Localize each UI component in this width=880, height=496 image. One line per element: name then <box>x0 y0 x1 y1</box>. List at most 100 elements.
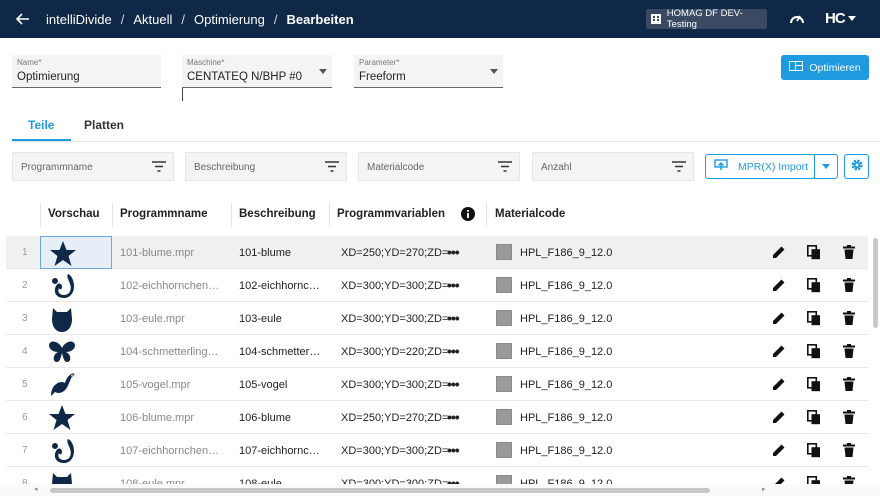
info-icon[interactable] <box>461 207 475 224</box>
edit-pencil-icon[interactable] <box>772 476 786 484</box>
material-code-cell[interactable]: HPL_F186_9_12.0 <box>520 247 612 259</box>
description-cell[interactable]: 105-vogel <box>239 379 321 391</box>
program-variables-cell[interactable]: XD=300;YD=300;ZD= <box>341 445 448 457</box>
material-code-cell[interactable]: HPL_F186_9_12.0 <box>520 412 612 424</box>
delete-trash-icon[interactable] <box>843 476 855 484</box>
material-code-filter[interactable]: Materialcode <box>358 152 520 181</box>
delete-trash-icon[interactable] <box>843 443 855 460</box>
scroll-left-arrow-icon[interactable]: ◂ <box>34 485 38 493</box>
table-row[interactable]: 8 108-eule.mpr 108-eule XD=300;YD=300;ZD= ••… <box>6 467 868 484</box>
delete-trash-icon[interactable] <box>843 245 855 262</box>
copy-icon[interactable] <box>807 377 821 395</box>
program-variables-cell[interactable]: XD=300;YD=300;ZD= <box>341 379 448 391</box>
parameter-select[interactable]: Parameter* Freeform <box>354 55 503 88</box>
edit-pencil-icon[interactable] <box>772 245 786 262</box>
description-cell[interactable]: 101-blume <box>239 247 321 259</box>
import-dropdown-button[interactable] <box>814 154 838 179</box>
table-row[interactable]: 1 101-blume.mpr 101-blume XD=250;YD=270;ZD=… <box>6 236 868 269</box>
program-variables-cell[interactable]: XD=250;YD=270;ZD= <box>341 412 448 424</box>
mpr-import-button[interactable]: MPR(X) Import <box>705 154 815 179</box>
material-code-cell[interactable]: HPL_F186_9_12.0 <box>520 313 612 325</box>
tab-platten[interactable]: Platten <box>84 118 124 132</box>
column-header-preview[interactable]: Vorschau <box>48 208 100 220</box>
copy-icon[interactable] <box>807 410 821 428</box>
part-preview-owl-icon[interactable] <box>40 467 112 484</box>
filter-icon[interactable] <box>672 161 686 175</box>
description-cell[interactable]: 103-eule <box>239 313 321 325</box>
material-code-cell[interactable]: HPL_F186_9_12.0 <box>520 379 612 391</box>
more-horizontal-icon[interactable]: ••• <box>447 442 460 458</box>
breadcrumb-item-optimierung[interactable]: Optimierung <box>194 12 265 27</box>
part-preview-squirrel-icon[interactable] <box>40 269 112 302</box>
scroll-right-arrow-icon[interactable]: ▸ <box>762 485 766 493</box>
description-cell[interactable]: 102-eichhornchen <box>239 280 321 292</box>
table-row[interactable]: 5 105-vogel.mpr 105-vogel XD=300;YD=300;ZD=… <box>6 368 868 401</box>
dashboard-gauge-icon[interactable] <box>789 11 805 30</box>
description-cell[interactable]: 106-blume <box>239 412 321 424</box>
part-preview-squirrel-icon[interactable] <box>40 434 112 467</box>
program-variables-cell[interactable]: XD=250;YD=270;ZD= <box>341 247 448 259</box>
edit-pencil-icon[interactable] <box>772 278 786 295</box>
breadcrumb-item-intellidivide[interactable]: intelliDivide <box>46 12 112 27</box>
program-variables-cell[interactable]: XD=300;YD=220;ZD= <box>341 346 448 358</box>
delete-trash-icon[interactable] <box>843 278 855 295</box>
copy-icon[interactable] <box>807 278 821 296</box>
more-horizontal-icon[interactable]: ••• <box>447 310 460 326</box>
material-code-cell[interactable]: HPL_F186_9_12.0 <box>520 445 612 457</box>
breadcrumb-item-aktuell[interactable]: Aktuell <box>133 12 172 27</box>
column-header-program-variables[interactable]: Programmvariablen <box>337 208 445 220</box>
more-horizontal-icon[interactable]: ••• <box>447 409 460 425</box>
copy-icon[interactable] <box>807 476 821 484</box>
name-field[interactable]: Name* Optimierung <box>12 55 161 88</box>
count-filter[interactable]: Anzahl <box>532 152 694 181</box>
material-code-cell[interactable]: HPL_F186_9_12.0 <box>520 346 612 358</box>
table-row[interactable]: 7 107-eichhornchen.mpr 107-eichhornchen XD=… <box>6 434 868 467</box>
program-name-cell[interactable]: 102-eichhornchen.mpr <box>120 280 220 292</box>
machine-select[interactable]: Maschine* CENTATEQ N/BHP #0 <box>182 55 332 88</box>
more-horizontal-icon[interactable]: ••• <box>447 277 460 293</box>
delete-trash-icon[interactable] <box>843 410 855 427</box>
part-preview-owl-icon[interactable] <box>40 302 112 335</box>
part-preview-star-icon[interactable] <box>40 236 112 269</box>
more-horizontal-icon[interactable]: ••• <box>447 475 460 484</box>
program-name-cell[interactable]: 106-blume.mpr <box>120 412 220 424</box>
edit-pencil-icon[interactable] <box>772 377 786 394</box>
part-preview-bird-icon[interactable] <box>40 368 112 401</box>
description-filter[interactable]: Beschreibung <box>185 152 347 181</box>
horizontal-scrollbar-thumb[interactable] <box>50 488 710 493</box>
copy-icon[interactable] <box>807 311 821 329</box>
copy-icon[interactable] <box>807 344 821 362</box>
filter-icon[interactable] <box>498 161 512 175</box>
column-header-description[interactable]: Beschreibung <box>239 208 316 220</box>
material-code-cell[interactable]: HPL_F186_9_12.0 <box>520 280 612 292</box>
part-preview-star-icon[interactable] <box>40 401 112 434</box>
vertical-scrollbar-thumb[interactable] <box>873 238 878 328</box>
description-cell[interactable]: 107-eichhornchen <box>239 445 321 457</box>
delete-trash-icon[interactable] <box>843 344 855 361</box>
column-header-material-code[interactable]: Materialcode <box>495 208 565 220</box>
edit-pencil-icon[interactable] <box>772 410 786 427</box>
edit-pencil-icon[interactable] <box>772 311 786 328</box>
tab-teile[interactable]: Teile <box>28 118 54 132</box>
environment-badge[interactable]: HOMAG DF DEV-Testing <box>646 8 767 30</box>
program-name-filter[interactable]: Programmname <box>12 152 174 181</box>
column-header-program-name[interactable]: Programmname <box>120 208 208 220</box>
horizontal-scrollbar[interactable]: ◂ ▸ <box>0 484 880 496</box>
copy-icon[interactable] <box>807 443 821 461</box>
program-variables-cell[interactable]: XD=300;YD=300;ZD= <box>341 280 448 292</box>
delete-trash-icon[interactable] <box>843 377 855 394</box>
filter-icon[interactable] <box>325 161 339 175</box>
program-name-cell[interactable]: 103-eule.mpr <box>120 313 220 325</box>
copy-icon[interactable] <box>807 245 821 263</box>
filter-icon[interactable] <box>152 161 166 175</box>
edit-pencil-icon[interactable] <box>772 344 786 361</box>
program-name-cell[interactable]: 107-eichhornchen.mpr <box>120 445 220 457</box>
more-horizontal-icon[interactable]: ••• <box>447 343 460 359</box>
vertical-scrollbar[interactable] <box>871 236 880 484</box>
table-row[interactable]: 6 106-blume.mpr 106-blume XD=250;YD=270;ZD=… <box>6 401 868 434</box>
description-cell[interactable]: 104-schmetterling <box>239 346 321 358</box>
back-arrow-icon[interactable] <box>0 0 46 38</box>
user-menu[interactable]: HC <box>825 10 856 27</box>
more-horizontal-icon[interactable]: ••• <box>447 376 460 392</box>
table-row[interactable]: 3 103-eule.mpr 103-eule XD=300;YD=300;ZD= ••… <box>6 302 868 335</box>
